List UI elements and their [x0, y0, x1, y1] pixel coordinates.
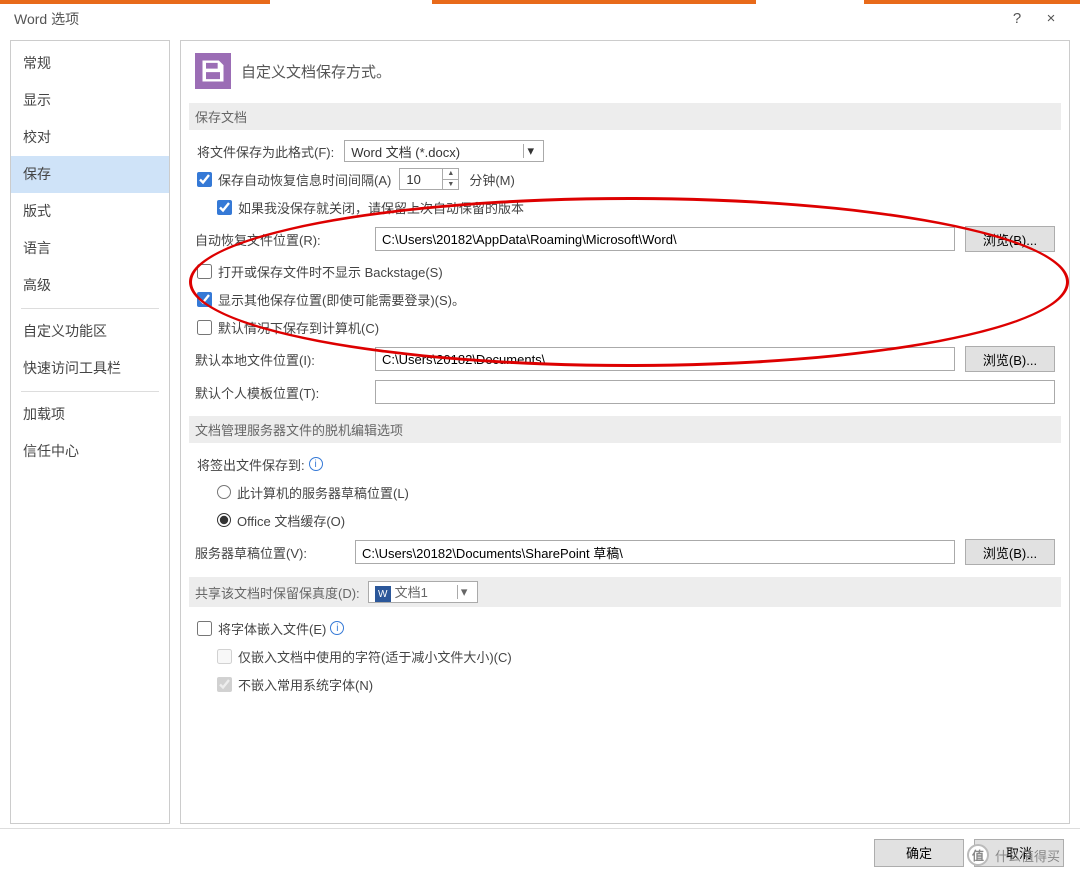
autosave-value: 10 — [406, 172, 420, 187]
radio-office-cache-label: Office 文档缓存(O) — [237, 511, 345, 530]
format-combobox[interactable]: Word 文档 (*.docx) ▾ — [344, 140, 544, 162]
showother-checkbox[interactable] — [197, 292, 212, 307]
embedfonts-checkbox[interactable] — [197, 621, 212, 636]
fidelity-doc-value: 文档1 — [395, 585, 428, 600]
group-save-documents: 保存文档 — [189, 103, 1061, 130]
browse-autorecover-button[interactable]: 浏览(B)... — [965, 226, 1055, 252]
draftloc-label: 服务器草稿位置(V): — [195, 543, 345, 562]
autosave-interval-spinbox[interactable]: 10 ▲▼ — [399, 168, 459, 190]
sidebar: 常规 显示 校对 保存 版式 语言 高级 自定义功能区 快速访问工具栏 加载项 … — [10, 40, 170, 824]
localpath-label: 默认本地文件位置(I): — [195, 350, 365, 369]
dialog-footer: 确定 取消 — [0, 828, 1080, 876]
localpath-input[interactable] — [375, 347, 955, 371]
ok-button[interactable]: 确定 — [874, 839, 964, 867]
group-fidelity: 共享该文档时保留保真度(D): W 文档1 ▾ — [189, 577, 1061, 607]
templatepath-input[interactable] — [375, 380, 1055, 404]
sidebar-item-language[interactable]: 语言 — [11, 230, 169, 267]
showother-label: 显示其他保存位置(即使可能需要登录)(S)。 — [218, 290, 465, 309]
format-value: Word 文档 (*.docx) — [351, 142, 460, 161]
group-offline-editing: 文档管理服务器文件的脱机编辑选项 — [189, 416, 1061, 443]
sidebar-item-proofing[interactable]: 校对 — [11, 119, 169, 156]
watermark-icon: 值 — [967, 844, 989, 866]
browse-draftloc-button[interactable]: 浏览(B)... — [965, 539, 1055, 565]
info-icon[interactable]: i — [309, 457, 323, 471]
window-title: Word 选项 — [14, 9, 1000, 29]
sidebar-separator — [21, 308, 159, 309]
fidelity-doc-combobox[interactable]: W 文档1 ▾ — [368, 581, 478, 603]
backstage-checkbox[interactable] — [197, 264, 212, 279]
sidebar-item-layout[interactable]: 版式 — [11, 193, 169, 230]
red-ellipse-annotation — [189, 197, 1069, 367]
radio-server-drafts-label: 此计算机的服务器草稿位置(L) — [237, 483, 409, 502]
main-panel: 自定义文档保存方式。 保存文档 将文件保存为此格式(F): Word 文档 (*… — [180, 40, 1070, 824]
chevron-down-icon: ▾ — [457, 585, 471, 599]
sidebar-item-addins[interactable]: 加载项 — [11, 396, 169, 433]
backstage-label: 打开或保存文件时不显示 Backstage(S) — [218, 262, 443, 281]
sidebar-item-display[interactable]: 显示 — [11, 82, 169, 119]
sidebar-item-advanced[interactable]: 高级 — [11, 267, 169, 304]
sidebar-item-general[interactable]: 常规 — [11, 45, 169, 82]
autorecover-label: 自动恢复文件位置(R): — [195, 230, 365, 249]
radio-server-drafts[interactable] — [217, 485, 231, 499]
group-fidelity-label: 共享该文档时保留保真度(D): — [195, 583, 360, 602]
autosave-unit: 分钟(M) — [469, 170, 515, 189]
defaultlocal-checkbox[interactable] — [197, 320, 212, 335]
spin-down-icon[interactable]: ▼ — [443, 180, 458, 190]
defaultlocal-label: 默认情况下保存到计算机(C) — [218, 318, 379, 337]
draftloc-input[interactable] — [355, 540, 955, 564]
watermark: 值 什么值得买 — [967, 844, 1060, 866]
autorecover-path-input[interactable] — [375, 227, 955, 251]
chevron-down-icon: ▾ — [523, 144, 537, 158]
info-icon[interactable]: i — [330, 621, 344, 635]
format-label: 将文件保存为此格式(F): — [197, 142, 334, 161]
autosave-checkbox[interactable] — [197, 172, 212, 187]
embed-nosys-checkbox — [217, 677, 232, 692]
titlebar: Word 选项 ? × — [0, 4, 1080, 34]
word-icon: W — [375, 586, 391, 602]
spin-up-icon[interactable]: ▲ — [443, 169, 458, 180]
keeplast-label: 如果我没保存就关闭，请保留上次自动保留的版本 — [238, 198, 524, 217]
help-button[interactable]: ? — [1000, 10, 1034, 27]
sidebar-item-trust-center[interactable]: 信任中心 — [11, 433, 169, 470]
close-button[interactable]: × — [1034, 10, 1068, 27]
radio-office-cache[interactable] — [217, 513, 231, 527]
embed-nosys-label: 不嵌入常用系统字体(N) — [238, 675, 373, 694]
page-heading: 自定义文档保存方式。 — [241, 61, 391, 82]
sidebar-item-save[interactable]: 保存 — [11, 156, 169, 193]
keeplast-checkbox[interactable] — [217, 200, 232, 215]
templatepath-label: 默认个人模板位置(T): — [195, 383, 365, 402]
embedfonts-label: 将字体嵌入文件(E) — [218, 619, 326, 638]
watermark-text: 什么值得买 — [995, 846, 1060, 865]
embed-subset-checkbox — [217, 649, 232, 664]
sidebar-item-customize-ribbon[interactable]: 自定义功能区 — [11, 313, 169, 350]
embed-subset-label: 仅嵌入文档中使用的字符(适于减小文件大小)(C) — [238, 647, 512, 666]
browse-localpath-button[interactable]: 浏览(B)... — [965, 346, 1055, 372]
autosave-label: 保存自动恢复信息时间间隔(A) — [218, 170, 391, 189]
checkout-label: 将签出文件保存到: — [197, 455, 305, 474]
sidebar-item-qat[interactable]: 快速访问工具栏 — [11, 350, 169, 387]
sidebar-separator — [21, 391, 159, 392]
save-icon — [195, 53, 231, 89]
